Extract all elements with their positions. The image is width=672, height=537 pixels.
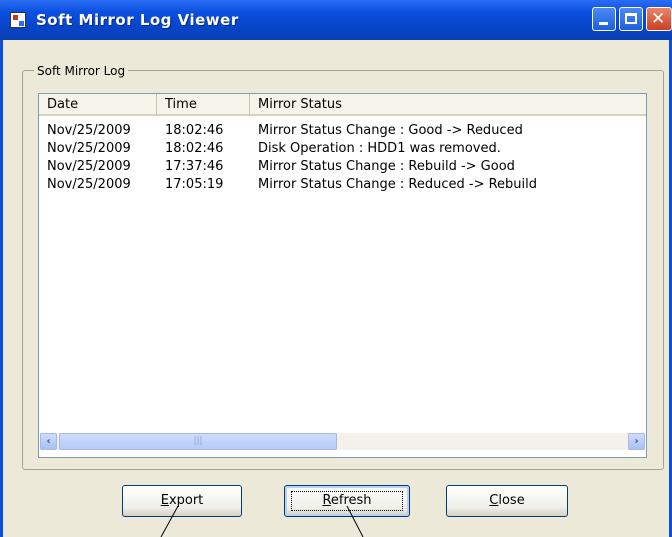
callout-lines [160,505,364,537]
export-callout-line [160,505,179,537]
refresh-callout-line [346,505,364,537]
log-viewer-window: Soft Mirror Log Viewer ✕ Soft Mirror Log… [0,0,672,537]
